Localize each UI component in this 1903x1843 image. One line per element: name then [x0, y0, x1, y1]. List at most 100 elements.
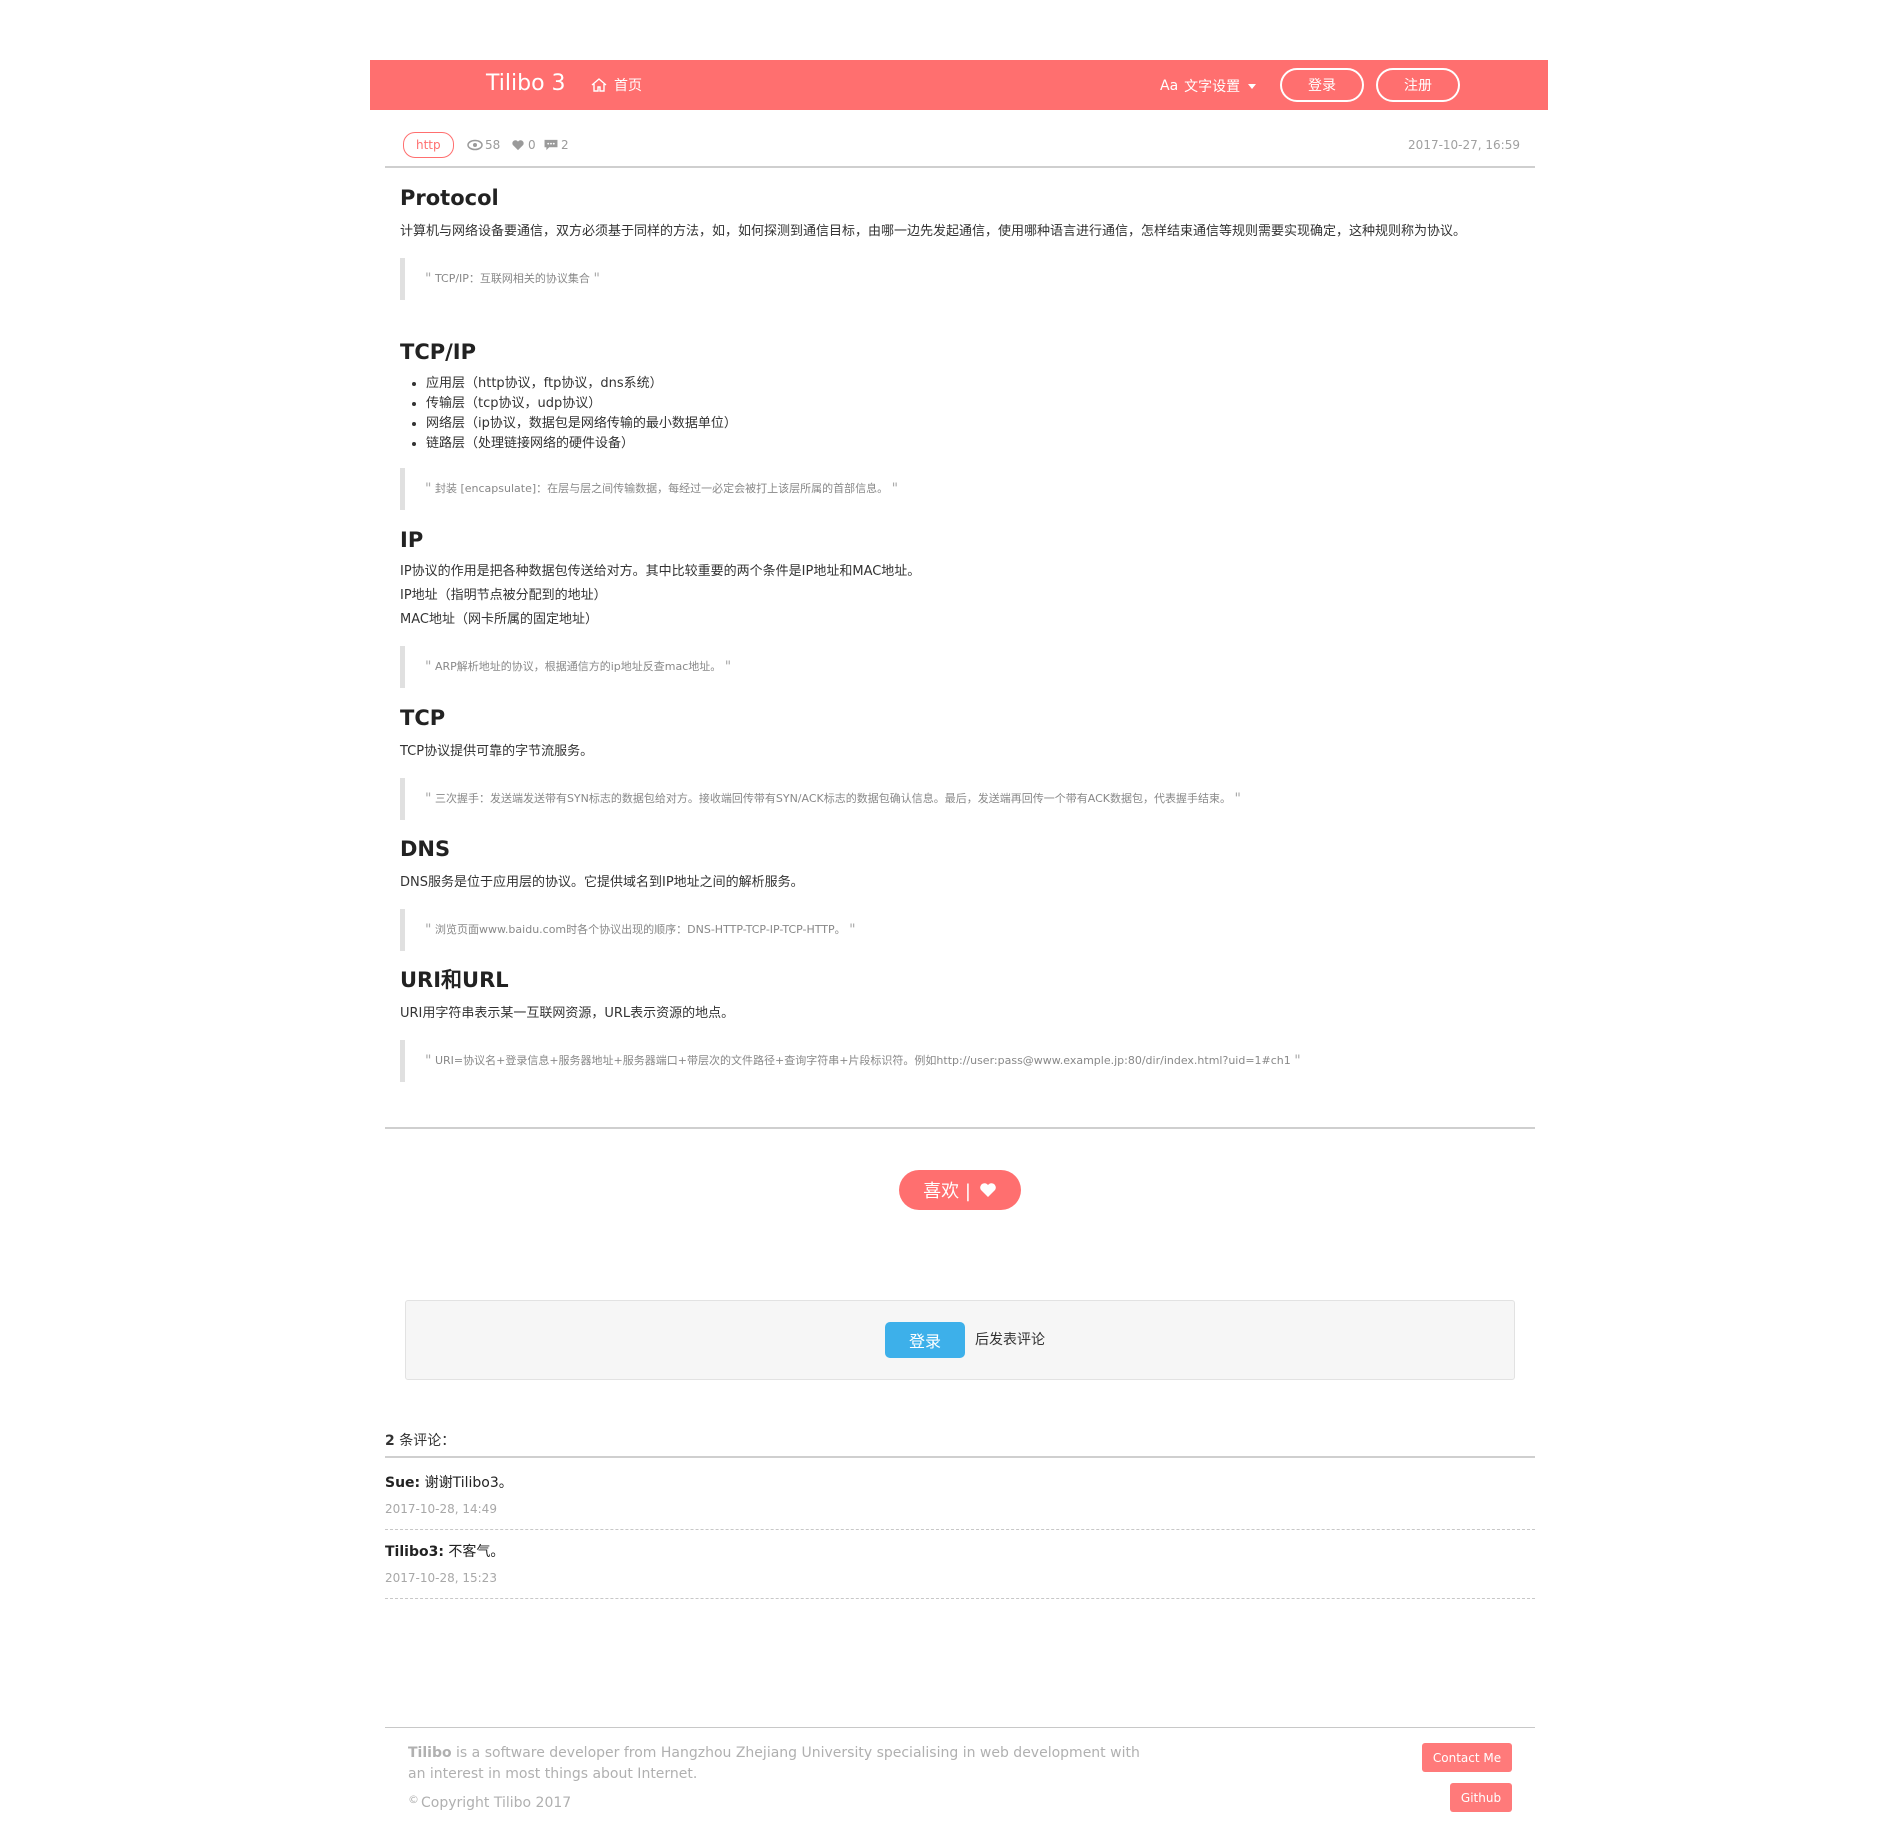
comment-author: Sue:: [385, 1475, 421, 1491]
section-body-line: IP地址（指明节点被分配到的地址）: [400, 588, 607, 603]
footer-description-text: is a software developer from Hangzhou Zh…: [408, 1745, 1140, 1782]
github-button[interactable]: Github: [1450, 1783, 1512, 1812]
caret-down-icon: [1248, 83, 1257, 89]
heart-icon: [512, 140, 524, 151]
comment-login-box: 登录 后发表评论: [405, 1300, 1515, 1380]
copyright-icon: ©: [408, 1792, 419, 1806]
comments-header: 2 条评论：: [385, 1430, 1535, 1458]
like-count: 0: [510, 138, 536, 152]
comment-login-hint: 后发表评论: [975, 1332, 1045, 1348]
list-item: 链路层（处理链接网络的硬件设备）: [426, 434, 918, 454]
quote-text: URI=协议名+登录信息+服务器地址+服务器端口+带层次的文件路径+查询字符串+…: [434, 1054, 1291, 1067]
section-title: Protocol: [400, 186, 499, 210]
text-settings-label: 文字设置: [1184, 79, 1241, 95]
section-body-line: IP协议的作用是把各种数据包传送给对方。其中比较重要的两个条件是IP地址和MAC…: [400, 564, 921, 579]
comment-count: 2: [543, 138, 569, 152]
quote-open: ": [425, 922, 432, 938]
quote-close: ": [891, 481, 899, 497]
quote-open: ": [425, 271, 432, 287]
section-body: DNS服务是位于应用层的协议。它提供域名到IP地址之间的解析服务。: [400, 875, 804, 890]
blockquote: " 三次握手：发送端发送带有SYN标志的数据包给对方。接收端回传带有SYN/AC…: [400, 778, 1261, 820]
section-protocol: Protocol 计算机与网络设备要通信，双方必须基于同样的方法，如，如何探测到…: [400, 182, 1466, 318]
layer-list: 应用层（http协议，ftp协议，dns系统） 传输层（tcp协议，udp协议）…: [400, 374, 918, 454]
comment-login-button[interactable]: 登录: [885, 1322, 965, 1358]
list-item: 网络层（ip协议，数据包是网络传输的最小数据单位）: [426, 414, 918, 434]
comment-time: 2017-10-28, 14:49: [385, 1502, 497, 1516]
section-ip: IP IP协议的作用是把各种数据包传送给对方。其中比较重要的两个条件是IP地址和…: [400, 524, 920, 706]
comments-count: 2: [385, 1433, 395, 1449]
like-button-label: 喜欢 |: [923, 1181, 971, 1202]
like-count-value: 0: [528, 138, 536, 152]
list-item: 应用层（http协议，ftp协议，dns系统）: [426, 374, 918, 394]
section-uri-url: URI和URL URI用字符串表示某一互联网资源，URL表示资源的地点。 " U…: [400, 964, 1321, 1100]
footer-divider: [385, 1727, 1535, 1728]
quote-text: ARP解析地址的协议，根据通信方的ip地址反查mac地址。: [434, 660, 722, 673]
like-button[interactable]: 喜欢 |: [899, 1170, 1021, 1210]
section-title: DNS: [400, 837, 451, 861]
heart-icon: [980, 1183, 996, 1197]
article-end-divider: [385, 1127, 1535, 1129]
quote-open: ": [425, 791, 432, 807]
contact-me-button[interactable]: Contact Me: [1422, 1743, 1512, 1772]
comment-icon: [544, 139, 558, 151]
quote-text: TCP/IP：互联网相关的协议集合: [434, 272, 590, 285]
post-tag[interactable]: http: [403, 132, 454, 158]
comment-count-value: 2: [561, 138, 569, 152]
copyright-text: Copyright Tilibo 2017: [421, 1795, 572, 1811]
quote-text: 封装 [encapsulate]：在层与层之间传输数据，每经过一必定会被打上该层…: [434, 482, 889, 495]
brand-logo[interactable]: Tilibo 3: [486, 71, 566, 96]
section-tcpip: TCP/IP 应用层（http协议，ftp协议，dns系统） 传输层（tcp协议…: [400, 336, 918, 528]
quote-open: ": [425, 1053, 432, 1069]
comment-author: Tilibo3:: [385, 1544, 444, 1560]
section-body: URI用字符串表示某一互联网资源，URL表示资源的地点。: [400, 1006, 735, 1021]
home-icon: [591, 78, 607, 92]
comment-item: Sue: 谢谢Tilibo3。 2017-10-28, 14:49: [385, 1462, 1535, 1530]
blockquote: " ARP解析地址的协议，根据通信方的ip地址反查mac地址。 ": [400, 646, 920, 688]
quote-close: ": [1234, 791, 1241, 807]
comment-line: Sue: 谢谢Tilibo3。: [385, 1472, 513, 1492]
section-body: 计算机与网络设备要通信，双方必须基于同样的方法，如，如何探测到通信目标，由哪一边…: [400, 224, 1467, 239]
blockquote: " 浏览页面www.baidu.com时各个协议出现的顺序：DNS-HTTP-T…: [400, 909, 876, 951]
quote-open: ": [425, 481, 432, 497]
section-title: TCP: [400, 706, 446, 730]
comment-item: Tilibo3: 不客气。 2017-10-28, 15:23: [385, 1531, 1535, 1599]
quote-close: ": [724, 659, 732, 675]
section-tcp: TCP TCP协议提供可靠的字节流服务。 " 三次握手：发送端发送带有SYN标志…: [400, 702, 1261, 838]
section-body: TCP协议提供可靠的字节流服务。: [400, 744, 594, 759]
register-button[interactable]: 注册: [1376, 68, 1460, 102]
comment-line: Tilibo3: 不客气。: [385, 1541, 504, 1561]
quote-open: ": [425, 659, 432, 675]
nav-home-label: 首页: [614, 78, 642, 94]
section-title: URI和URL: [400, 968, 509, 992]
nav-home-link[interactable]: 首页: [590, 75, 642, 95]
quote-close: ": [1294, 1053, 1301, 1069]
eye-icon: [467, 139, 483, 151]
quote-close: ": [593, 271, 600, 287]
view-count: 58: [467, 138, 500, 152]
view-count-value: 58: [485, 138, 501, 152]
list-item: 传输层（tcp协议，udp协议）: [426, 394, 918, 414]
comment-time: 2017-10-28, 15:23: [385, 1571, 497, 1585]
text-settings-dropdown[interactable]: Aa 文字设置: [1160, 76, 1257, 96]
quote-text: 三次握手：发送端发送带有SYN标志的数据包给对方。接收端回传带有SYN/ACK标…: [434, 792, 1231, 805]
comments-count-suffix: 条评论：: [394, 1433, 456, 1449]
top-navbar: Tilibo 3 首页 Aa 文字设置 登录 注册: [370, 60, 1548, 110]
section-body-line: MAC地址（网卡所属的固定地址）: [400, 612, 598, 627]
comment-text: 谢谢Tilibo3。: [420, 1475, 513, 1491]
post-date: 2017-10-27, 16:59: [1408, 138, 1520, 152]
blockquote: " 封装 [encapsulate]：在层与层之间传输数据，每经过一必定会被打上…: [400, 468, 918, 510]
blockquote: " TCP/IP：互联网相关的协议集合 ": [400, 258, 1466, 300]
quote-text: 浏览页面www.baidu.com时各个协议出现的顺序：DNS-HTTP-TCP…: [434, 923, 846, 936]
footer-brand: Tilibo: [408, 1745, 452, 1761]
blockquote: " URI=协议名+登录信息+服务器地址+服务器端口+带层次的文件路径+查询字符…: [400, 1040, 1321, 1082]
font-size-icon: Aa: [1160, 78, 1179, 94]
login-button[interactable]: 登录: [1280, 68, 1364, 102]
footer-description: Tilibo is a software developer from Hang…: [408, 1743, 1148, 1785]
section-dns: DNS DNS服务是位于应用层的协议。它提供域名到IP地址之间的解析服务。 " …: [400, 833, 876, 969]
page: Tilibo 3 首页 Aa 文字设置 登录 注册 http 58 0 2 20…: [0, 0, 1903, 1843]
post-meta-bar: http 58 0 2 2017-10-27, 16:59: [385, 130, 1535, 168]
section-title: TCP/IP: [400, 340, 477, 364]
section-title: IP: [400, 528, 424, 552]
comment-text: 不客气。: [443, 1544, 505, 1560]
quote-close: ": [849, 922, 856, 938]
